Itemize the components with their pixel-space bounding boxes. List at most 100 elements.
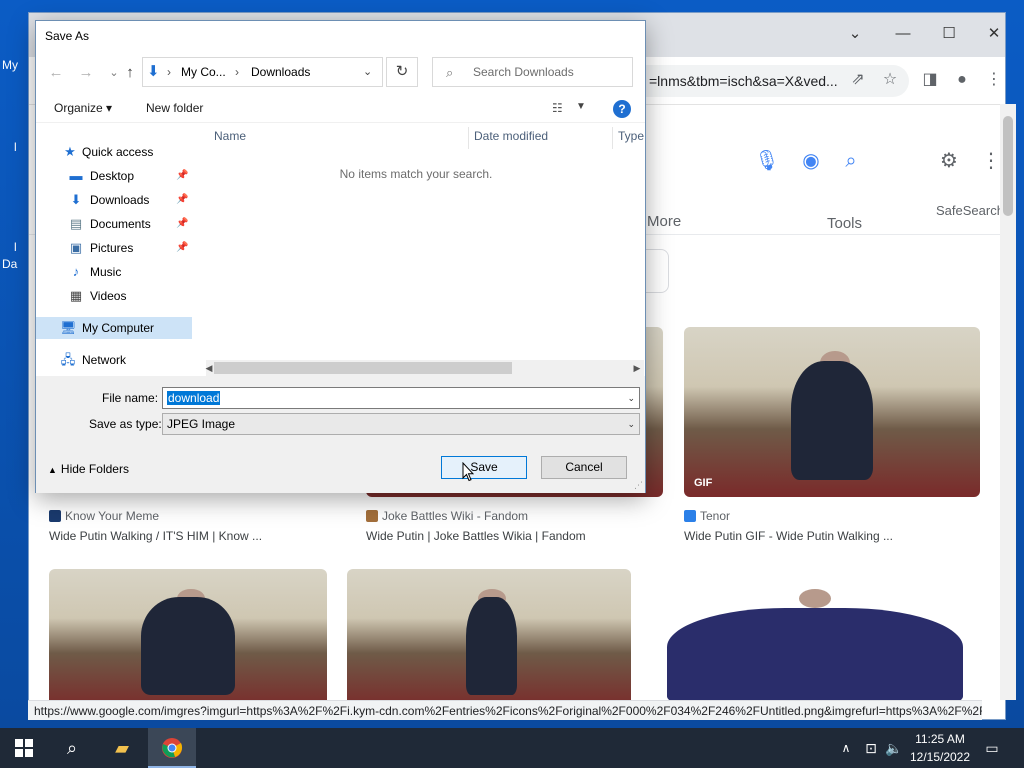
pin-icon: 📌 (176, 242, 189, 253)
close-button[interactable]: ✕ (982, 23, 1005, 45)
search-icon[interactable]: ⌕ (837, 147, 865, 175)
breadcrumb-chevron-icon[interactable]: › (235, 58, 239, 86)
result-title[interactable]: Wide Putin Walking / IT'S HIM | Know ... (49, 529, 262, 543)
tray-chevron-up-icon[interactable]: ∧ (836, 728, 856, 768)
view-options-icon[interactable]: ☷ (552, 101, 563, 115)
nav-documents[interactable]: ▤ Documents 📌 (36, 213, 192, 235)
empty-message: No items match your search. (339, 167, 493, 181)
clock-time: 11:25 AM (915, 732, 965, 746)
column-divider[interactable] (612, 127, 613, 149)
start-windows-icon[interactable] (0, 728, 48, 768)
breadcrumb-my-computer[interactable]: My Co... (181, 58, 226, 86)
image-result[interactable]: GIF (684, 327, 980, 497)
result-title[interactable]: Wide Putin | Joke Battles Wikia | Fandom (366, 529, 586, 543)
save-as-type-select[interactable]: JPEG Image ⌄ (162, 413, 640, 435)
desktop-icon-label[interactable]: Da (2, 257, 17, 271)
scroll-right-arrow-icon[interactable]: ▶ (630, 360, 644, 376)
file-explorer-icon[interactable]: ▰ (98, 728, 146, 768)
lens-camera-icon[interactable]: ◉ (797, 147, 825, 175)
music-note-icon: ♪ (72, 264, 80, 279)
voice-search-icon[interactable]: 🎙 (753, 147, 781, 175)
result-title[interactable]: Wide Putin GIF - Wide Putin Walking ... (684, 529, 893, 543)
bookmark-star-icon[interactable]: ☆ (879, 69, 901, 91)
tab-tools[interactable]: Tools (827, 215, 862, 232)
desktop-icon-label[interactable]: l (14, 140, 17, 154)
side-panel-icon[interactable]: ◨ (919, 69, 941, 91)
back-arrow-icon[interactable]: ← (46, 63, 66, 83)
forward-arrow-icon[interactable]: → (76, 63, 96, 83)
scrollbar-thumb[interactable] (1003, 116, 1013, 216)
column-divider[interactable] (468, 127, 469, 149)
address-dropdown-chevron-icon[interactable]: ⌄ (363, 58, 372, 86)
safesearch-link[interactable]: SafeSearch (936, 203, 1004, 218)
scrollbar-thumb[interactable] (214, 362, 512, 374)
nav-videos[interactable]: ▦ Videos (36, 285, 192, 307)
clock[interactable]: 11:25 AM 12/15/2022 (905, 730, 975, 766)
file-name-dropdown-chevron-icon[interactable]: ⌄ (627, 388, 635, 408)
menu-kebab-icon[interactable]: ⋮ (983, 69, 1005, 91)
result-source[interactable]: Joke Battles Wiki - Fandom (366, 509, 528, 523)
file-name-label: File name: (102, 391, 159, 405)
minimize-button[interactable]: — (891, 23, 915, 45)
tab-search-chevron-icon[interactable]: ⌄ (843, 23, 867, 45)
column-header-name[interactable]: Name (214, 129, 246, 143)
page-scrollbar[interactable] (1000, 104, 1016, 700)
column-header-date-modified[interactable]: Date modified (474, 129, 548, 143)
tab-more[interactable]: More (647, 213, 681, 230)
resize-grip-icon[interactable]: ⋰ (634, 480, 643, 491)
maximize-button[interactable]: ☐ (937, 23, 961, 45)
link-status-bar: https://www.google.com/imgres?imgurl=htt… (28, 700, 982, 720)
refresh-button[interactable]: ↻ (386, 57, 418, 87)
notification-icon[interactable]: ▭ (980, 728, 1004, 768)
result-source[interactable]: Tenor (684, 509, 730, 523)
nav-downloads[interactable]: ⬇ Downloads 📌 (36, 189, 192, 211)
view-dropdown-chevron-icon[interactable]: ▼ (576, 101, 586, 112)
save-button[interactable]: Save (441, 456, 527, 479)
cancel-button[interactable]: Cancel (541, 456, 627, 479)
search-input[interactable]: Search Downloads (432, 57, 633, 87)
nav-pictures[interactable]: ▣ Pictures 📌 (36, 237, 192, 259)
save-form: File name: download ⌄ Save as type: JPEG… (36, 376, 645, 493)
nav-music[interactable]: ♪ Music (36, 261, 192, 283)
computer-monitor-icon: 🖥 (60, 320, 77, 335)
image-result[interactable] (49, 569, 327, 709)
horizontal-scrollbar[interactable]: ◀ ▶ (206, 360, 644, 376)
gif-badge: GIF (694, 477, 713, 489)
file-name-input[interactable]: download ⌄ (162, 387, 640, 409)
address-breadcrumb[interactable]: ⬇ › My Co... › Downloads ⌄ (142, 57, 383, 87)
volume-icon[interactable]: 🔈 (884, 728, 904, 768)
nav-network[interactable]: 🖧 Network (36, 349, 192, 371)
downloads-arrow-icon: ⬇ (147, 63, 160, 80)
nav-desktop[interactable]: ▬ Desktop 📌 (36, 165, 192, 187)
result-source[interactable]: Know Your Meme (49, 509, 159, 523)
pin-icon: 📌 (176, 194, 189, 205)
film-strip-icon: ▦ (69, 288, 83, 303)
network-tray-icon[interactable]: ⊡ (860, 728, 882, 768)
tenor-favicon-icon (684, 510, 696, 522)
nav-my-computer[interactable]: 🖥 My Computer (36, 317, 192, 339)
column-header-type[interactable]: Type (618, 129, 644, 143)
organize-button[interactable]: Organize ▾ (54, 101, 112, 115)
save-as-type-chevron-icon[interactable]: ⌄ (627, 414, 635, 434)
share-icon[interactable]: ⇗ (847, 69, 869, 91)
breadcrumb-chevron-icon[interactable]: › (167, 58, 171, 86)
profile-icon[interactable]: ● (951, 69, 973, 91)
search-icon[interactable]: ⌕ (48, 728, 96, 768)
navigation-pane: ★ Quick access ▬ Desktop 📌 ⬇ Downloads 📌… (36, 123, 196, 375)
desktop-icon-label[interactable]: My (2, 58, 18, 72)
documents-icon: ▤ (69, 216, 83, 231)
new-folder-button[interactable]: New folder (146, 101, 203, 115)
taskbar: ⌕ ▰ ∧ ⊡ 🔈 11:25 AM 12/15/2022 ▭ (0, 728, 1024, 768)
settings-gear-icon[interactable]: ⚙ (935, 147, 963, 175)
image-result[interactable] (651, 569, 979, 709)
chevron-up-icon: ▲ (48, 465, 57, 475)
file-name-value: download (167, 391, 221, 405)
chrome-taskbar-icon[interactable] (148, 728, 196, 768)
nav-quick-access[interactable]: ★ Quick access (36, 141, 192, 163)
breadcrumb-downloads[interactable]: Downloads (251, 58, 310, 86)
desktop-icon-label[interactable]: l (14, 240, 17, 254)
up-arrow-icon[interactable]: ↑ (120, 63, 140, 83)
hide-folders-toggle[interactable]: ▲ Hide Folders (48, 462, 129, 476)
help-icon[interactable]: ? (613, 100, 631, 118)
image-result[interactable] (347, 569, 631, 709)
